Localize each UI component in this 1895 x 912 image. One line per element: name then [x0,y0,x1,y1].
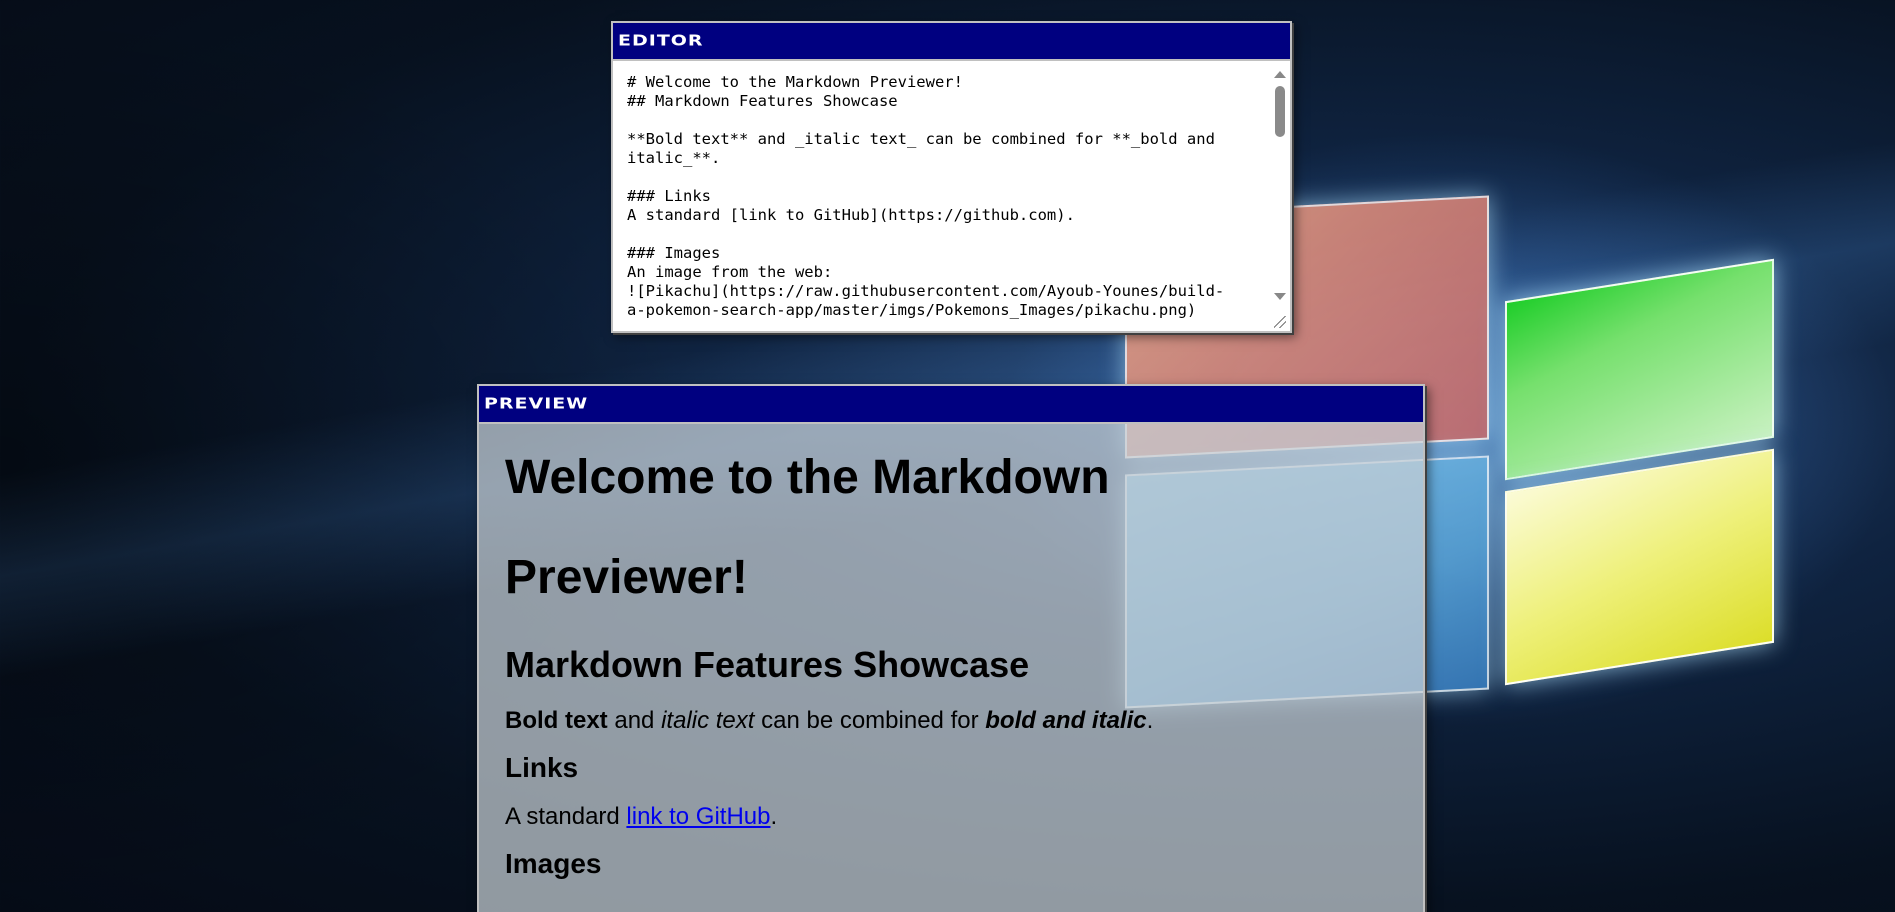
preview-heading-2: Markdown Features Showcase [505,644,1030,685]
editor-scrollbar[interactable] [1272,65,1288,327]
preview-title: Preview [484,395,589,413]
italic-text: italic text [661,707,755,734]
preview-heading-1: Welcome to the Markdown Previewer! [505,451,1110,604]
preview-heading-links: Links [505,752,579,783]
editor-body: # Welcome to the Markdown Previewer! ## … [613,61,1290,331]
preview-titlebar[interactable]: Preview [479,386,1423,424]
preview-paragraph-link: A standard link to GitHub. [505,802,1397,832]
scroll-down-arrow-icon[interactable] [1274,293,1286,300]
preview-paragraph-formatting: Bold text and italic text can be combine… [505,706,1397,736]
link-suffix: . [770,803,778,830]
text-and: and [607,707,662,734]
github-link[interactable]: link to GitHub [626,803,770,830]
text-combined: can be combined for [754,707,986,734]
preview-body: Welcome to the Markdown Previewer! Markd… [479,428,1423,882]
link-prefix: A standard [505,803,627,830]
editor-title: Editor [618,32,704,50]
bold-text: Bold text [505,707,608,734]
scroll-up-arrow-icon[interactable] [1274,71,1286,78]
editor-window: Editor # Welcome to the Markdown Preview… [611,21,1292,333]
preview-heading-images: Images [505,848,602,879]
text-period: . [1146,707,1154,734]
editor-textarea[interactable]: # Welcome to the Markdown Previewer! ## … [627,73,1242,331]
editor-titlebar[interactable]: Editor [613,23,1290,61]
scroll-thumb[interactable] [1275,86,1285,137]
resize-grip-icon[interactable] [1274,316,1286,328]
preview-window: Preview Welcome to the Markdown Previewe… [477,384,1425,912]
bold-italic-text: bold and italic [985,707,1147,734]
